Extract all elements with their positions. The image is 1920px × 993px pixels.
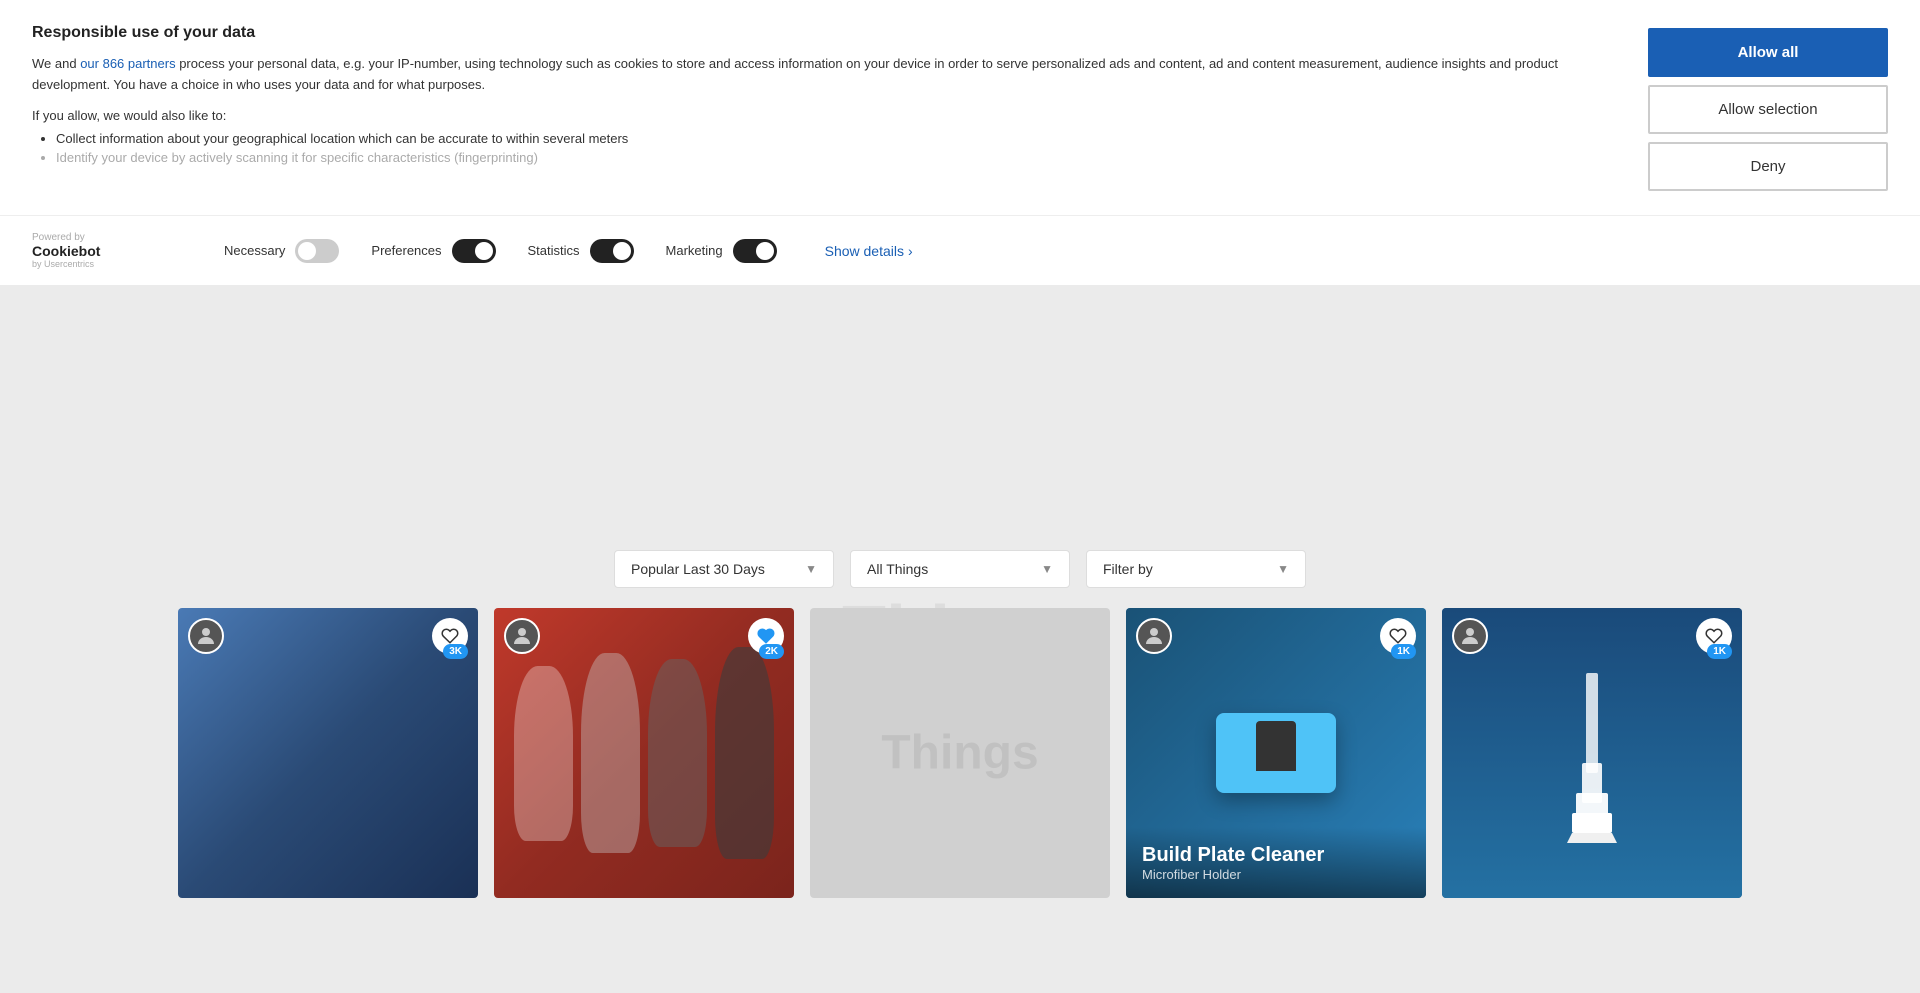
filter-select[interactable]: Filter by ▼ (1086, 550, 1306, 588)
toggle-track-marketing[interactable] (733, 239, 777, 263)
card-4[interactable]: 1K Build Plate Cleaner Microfiber Holder (1126, 608, 1426, 898)
toggle-thumb-marketing (756, 242, 774, 260)
category-select[interactable]: All Things ▼ (850, 550, 1070, 588)
cookiebot-sub: by Usercentrics (32, 259, 94, 269)
deny-button[interactable]: Deny (1648, 142, 1888, 191)
card-2-visual (494, 608, 794, 898)
cookie-description: We and our 866 partners process your per… (32, 54, 1608, 96)
cookie-footer: Powered by Cookiebot by Usercentrics Nec… (0, 215, 1920, 285)
card-3-placeholder: Things (881, 726, 1038, 781)
helmet-3 (648, 659, 707, 847)
toggle-thumb-necessary (298, 242, 316, 260)
toggle-track-statistics[interactable] (590, 239, 634, 263)
toggle-group-preferences: Preferences (371, 239, 495, 263)
helmet-1 (514, 666, 573, 841)
filter-bar: Popular Last 30 Days ▼ All Things ▼ Filt… (0, 270, 1920, 608)
sort-select[interactable]: Popular Last 30 Days ▼ (614, 550, 834, 588)
card-1[interactable]: 3K (178, 608, 478, 898)
toggle-label-preferences: Preferences (371, 243, 441, 258)
helmet-4 (715, 647, 774, 860)
card-4-subtitle: Microfiber Holder (1142, 867, 1410, 882)
toggle-track-preferences[interactable] (452, 239, 496, 263)
card-2[interactable]: 2K (494, 608, 794, 898)
card-3: Things (810, 608, 1110, 898)
card-1-count-badge: 3K (443, 644, 468, 659)
cookiebot-name: Cookiebot (32, 243, 100, 259)
card-5-visual (1442, 608, 1742, 898)
main-content: Things Popular Last 30 Days ▼ All Things… (0, 270, 1920, 993)
saturn-v-svg (1562, 663, 1622, 843)
card-2-count-badge: 2K (759, 644, 784, 659)
card-5[interactable]: 1K (1442, 608, 1742, 898)
toggle-group-marketing: Marketing (666, 239, 777, 263)
card-4-avatar (1136, 618, 1172, 654)
toggle-marketing[interactable] (733, 239, 777, 263)
card-1-avatar (188, 618, 224, 654)
toggle-track-necessary[interactable] (295, 239, 339, 263)
partners-link[interactable]: our 866 partners (80, 56, 175, 71)
toggle-necessary[interactable] (295, 239, 339, 263)
allow-all-button[interactable]: Allow all (1648, 28, 1888, 77)
build-plate-pad (1216, 713, 1336, 793)
cookie-bullet-2: Identify your device by actively scannin… (56, 150, 1608, 165)
helmet-2 (581, 653, 640, 853)
card-2-avatar (504, 618, 540, 654)
filter-chevron-icon: ▼ (1277, 562, 1289, 576)
cookie-actions: Allow all Allow selection Deny (1648, 24, 1888, 191)
cookie-if-allow: If you allow, we would also like to: (32, 108, 1608, 123)
card-4-overlay: Build Plate Cleaner Microfiber Holder (1126, 827, 1426, 898)
chevron-right-icon: › (908, 243, 913, 259)
ship-parts-grid (302, 691, 354, 815)
cookie-bullets-list: Collect information about your geographi… (32, 131, 1608, 165)
filter-label: Filter by (1103, 561, 1153, 577)
sort-chevron-icon: ▼ (805, 562, 817, 576)
show-details-label: Show details (825, 243, 904, 259)
cookiebot-logo-box: Powered by Cookiebot by Usercentrics (32, 232, 100, 269)
toggle-label-marketing: Marketing (666, 243, 723, 258)
cards-grid: 3K 2K Things (0, 608, 1920, 898)
category-chevron-icon: ▼ (1041, 562, 1053, 576)
cookie-bullet-1: Collect information about your geographi… (56, 131, 1608, 146)
cookie-content: Responsible use of your data We and our … (32, 24, 1648, 169)
category-label: All Things (867, 561, 928, 577)
toggle-label-statistics: Statistics (528, 243, 580, 258)
sort-label: Popular Last 30 Days (631, 561, 765, 577)
cookie-desc-post: process your personal data, e.g. your IP… (32, 56, 1558, 92)
card-5-count-badge: 1K (1707, 644, 1732, 659)
show-details-link[interactable]: Show details › (825, 243, 913, 259)
toggle-group-necessary: Necessary (224, 239, 339, 263)
card-4-title: Build Plate Cleaner (1142, 843, 1410, 867)
card-4-count-badge: 1K (1391, 644, 1416, 659)
toggle-statistics[interactable] (590, 239, 634, 263)
cookie-title: Responsible use of your data (32, 24, 1608, 42)
toggle-label-necessary: Necessary (224, 243, 285, 258)
toggle-preferences[interactable] (452, 239, 496, 263)
toggle-thumb-preferences (475, 242, 493, 260)
toggle-group-statistics: Statistics (528, 239, 634, 263)
powered-by-label: Powered by (32, 232, 85, 243)
toggle-thumb-statistics (613, 242, 631, 260)
card-1-visual (178, 608, 478, 898)
card-5-avatar (1452, 618, 1488, 654)
cookiebot-logo: Powered by Cookiebot by Usercentrics (32, 232, 192, 269)
allow-selection-button[interactable]: Allow selection (1648, 85, 1888, 134)
cookie-desc-pre: We and (32, 56, 80, 71)
